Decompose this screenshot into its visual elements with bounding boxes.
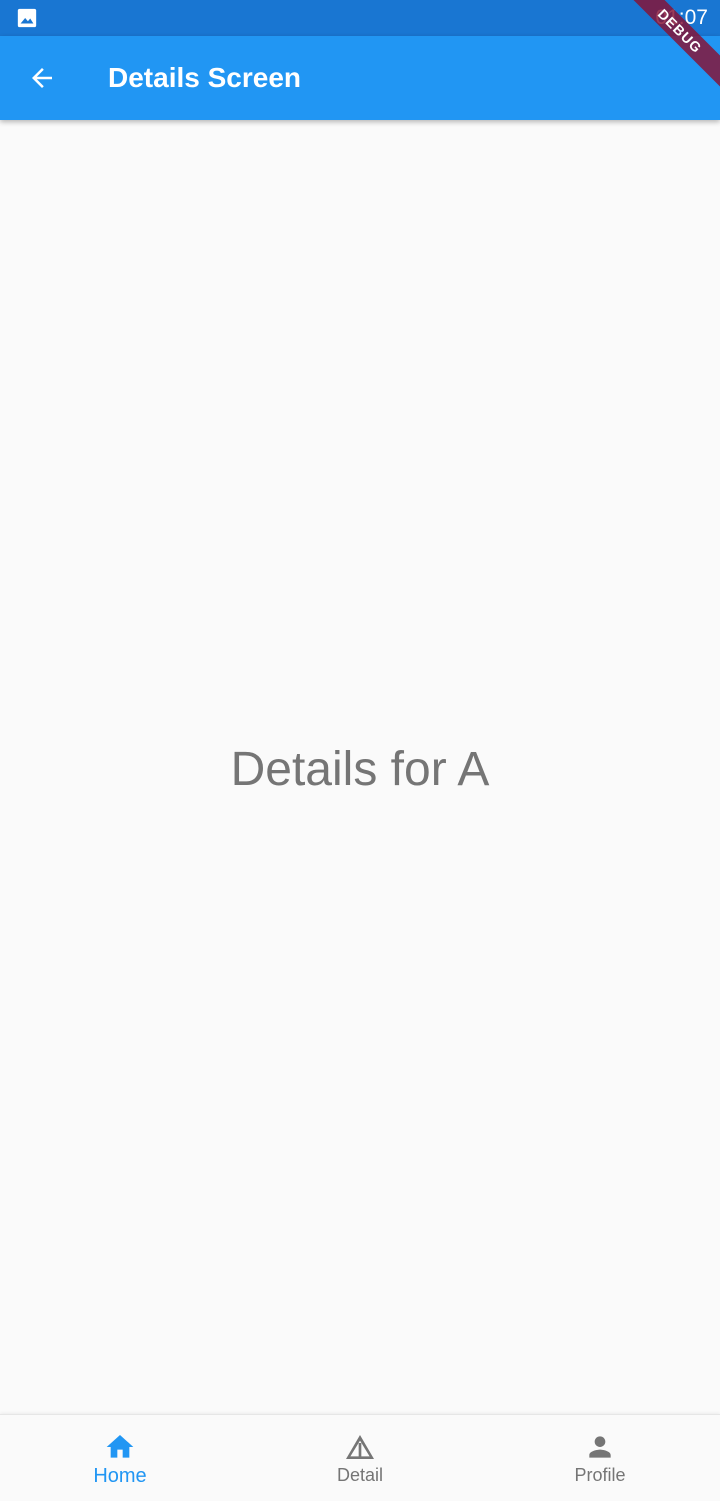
person-icon (584, 1431, 616, 1463)
image-icon (17, 8, 37, 28)
nav-label-home: Home (93, 1465, 147, 1487)
arrow-back-icon (32, 68, 52, 88)
bottom-navigation: Home Detail Profile (0, 1414, 720, 1501)
app-bar: Details Screen (0, 36, 720, 120)
nav-item-detail[interactable]: Detail (240, 1415, 480, 1501)
nav-label-detail: Detail (336, 1465, 384, 1485)
nav-item-home[interactable]: Home (0, 1415, 240, 1501)
status-time: 01:07 (655, 6, 708, 29)
home-icon (104, 1431, 136, 1463)
main-content: Details for A (0, 120, 720, 1414)
status-bar: 01:07 (0, 0, 720, 36)
nav-item-profile[interactable]: Profile (480, 1415, 720, 1501)
page-title: Details Screen (108, 62, 301, 93)
warning-triangle-icon (344, 1431, 376, 1463)
nav-label-profile: Profile (574, 1465, 626, 1485)
details-text: Details for A (230, 742, 490, 796)
back-button[interactable] (14, 50, 70, 106)
